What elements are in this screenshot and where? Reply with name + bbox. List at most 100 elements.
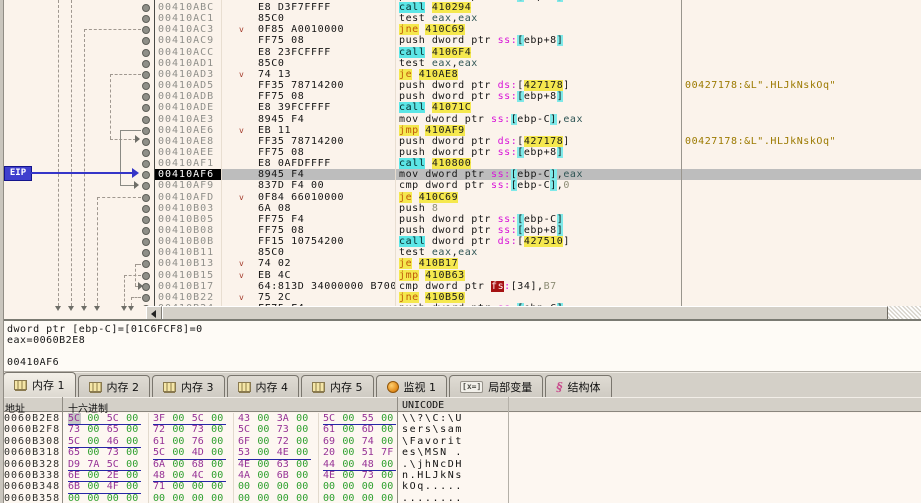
hex-byte[interactable]: 00 — [342, 470, 355, 481]
hex-byte[interactable]: 00 — [257, 436, 270, 447]
hex-byte[interactable]: 00 — [342, 424, 355, 435]
hex-byte[interactable]: 00 — [342, 436, 355, 447]
disasm-row[interactable]: 00410B2275 2Cvjne 410B50 — [0, 292, 921, 303]
tab-内存 3[interactable]: 内存 3 — [152, 375, 225, 397]
hex-byte[interactable]: 00 — [126, 424, 139, 435]
hex-byte[interactable]: 00 — [172, 436, 185, 447]
hex-byte[interactable]: 00 — [296, 470, 309, 481]
hex-byte[interactable]: 00 — [87, 436, 100, 447]
disasm-row[interactable]: 00410AD374 13vje 410AE8 — [0, 69, 921, 80]
disasm-row[interactable]: 00410AF9837D F4 00cmp dword ptr ss:[ebp-… — [0, 180, 921, 191]
hex-byte[interactable]: 5C — [107, 459, 120, 470]
hex-byte[interactable]: 00 — [381, 493, 394, 503]
scrollbar-thumb[interactable] — [162, 306, 888, 320]
hex-byte[interactable]: 5C — [192, 413, 205, 424]
hex-byte[interactable]: 00 — [211, 436, 224, 447]
hex-byte[interactable]: 65 — [68, 447, 81, 458]
hex-byte[interactable]: 00 — [172, 413, 185, 424]
hex-byte[interactable]: 73 — [277, 424, 290, 435]
hex-byte[interactable]: 00 — [211, 459, 224, 470]
breakpoint-dot[interactable] — [142, 127, 150, 135]
disasm-row[interactable]: 00410B08FF75 08push dword ptr ss:[ebp+8] — [0, 225, 921, 236]
disasm-row[interactable]: 00410B0BFF15 10754200call dword ptr ds:[… — [0, 236, 921, 247]
hex-byte[interactable]: 00 — [87, 447, 100, 458]
dump-row[interactable]: 0060B2E85C005C003F005C0043003A005C005500… — [0, 413, 921, 424]
hex-byte[interactable]: 00 — [323, 481, 336, 492]
hex-byte[interactable]: 00 — [172, 424, 185, 435]
breakpoint-dot[interactable] — [142, 205, 150, 213]
hex-byte[interactable]: 00 — [296, 459, 309, 470]
hex-byte[interactable]: 00 — [68, 493, 81, 503]
hex-byte[interactable]: 4A — [238, 470, 251, 481]
tab-内存 2[interactable]: 内存 2 — [78, 375, 151, 397]
hex-byte[interactable]: 5C — [153, 447, 166, 458]
hex-byte[interactable]: 00 — [257, 470, 270, 481]
tab-内存 5[interactable]: 内存 5 — [301, 375, 374, 397]
hex-byte[interactable]: 4F — [107, 481, 120, 492]
hex-byte[interactable]: 00 — [126, 481, 139, 492]
breakpoint-dot[interactable] — [142, 104, 150, 112]
hex-byte[interactable]: 00 — [362, 493, 375, 503]
hex-byte[interactable]: 00 — [257, 447, 270, 458]
hex-byte[interactable]: 00 — [381, 424, 394, 435]
tab-内存 4[interactable]: 内存 4 — [227, 375, 300, 397]
disasm-row[interactable]: 00410B1185C0test eax,eax — [0, 247, 921, 258]
dump-row[interactable]: 0060B35800000000000000000000000000000000… — [0, 493, 921, 503]
hex-byte[interactable]: 00 — [126, 436, 139, 447]
hex-byte[interactable]: 73 — [362, 470, 375, 481]
breakpoint-dot[interactable] — [142, 272, 150, 280]
hex-byte[interactable]: 72 — [153, 424, 166, 435]
disasm-row[interactable]: 00410B15EB 4Cvjmp 410B63 — [0, 270, 921, 281]
hex-byte[interactable]: 2E — [107, 470, 120, 481]
hex-byte[interactable]: 00 — [257, 481, 270, 492]
hex-byte[interactable]: 00 — [211, 413, 224, 424]
dump-row[interactable]: 0060B3386E002E0048004C004A006B004E007300… — [0, 470, 921, 481]
hex-byte[interactable]: 00 — [238, 481, 251, 492]
hex-byte[interactable]: 00 — [172, 459, 185, 470]
hex-byte[interactable]: 00 — [172, 493, 185, 503]
breakpoint-dot[interactable] — [142, 26, 150, 34]
dump-row[interactable]: 0060B318650073005C004D0053004E002000517F… — [0, 447, 921, 458]
breakpoint-dot[interactable] — [142, 249, 150, 257]
hex-byte[interactable]: 7A — [87, 459, 100, 470]
hex-byte[interactable]: 00 — [381, 413, 394, 424]
hex-byte[interactable]: 6F — [238, 436, 251, 447]
disasm-row[interactable]: 00410ADEE8 39FCFFFFcall 41071C — [0, 102, 921, 113]
hex-byte[interactable]: 00 — [342, 493, 355, 503]
hex-byte[interactable]: 00 — [211, 424, 224, 435]
breakpoint-dot[interactable] — [142, 182, 150, 190]
hex-byte[interactable]: 43 — [238, 413, 251, 424]
hex-byte[interactable]: 00 — [172, 470, 185, 481]
scroll-left-button[interactable] — [146, 306, 162, 320]
dump-row[interactable]: 0060B3486B004F00710000000000000000000000… — [0, 481, 921, 492]
breakpoint-dot[interactable] — [142, 116, 150, 124]
hex-byte[interactable]: 00 — [277, 481, 290, 492]
breakpoint-dot[interactable] — [142, 138, 150, 146]
hex-byte[interactable]: 00 — [381, 436, 394, 447]
hex-byte[interactable]: 00 — [192, 493, 205, 503]
disasm-row[interactable]: 00410AE38945 F4mov dword ptr ss:[ebp-C],… — [0, 114, 921, 125]
tab-结构体[interactable]: 结构体 — [545, 375, 611, 397]
hex-byte[interactable]: 00 — [87, 481, 100, 492]
hex-byte[interactable]: 74 — [362, 436, 375, 447]
disasm-row[interactable]: 00410AFD0F84 66010000vje 410C69 — [0, 192, 921, 203]
breakpoint-dot[interactable] — [142, 283, 150, 291]
breakpoint-dot[interactable] — [142, 194, 150, 202]
hex-byte[interactable]: 4D — [192, 447, 205, 458]
hex-byte[interactable]: 51 — [362, 447, 375, 458]
hex-byte[interactable]: 00 — [257, 459, 270, 470]
hex-byte[interactable]: 3A — [277, 413, 290, 424]
hex-byte[interactable]: 4C — [192, 470, 205, 481]
hex-byte[interactable]: 00 — [172, 481, 185, 492]
hex-byte[interactable]: 48 — [362, 459, 375, 470]
breakpoint-dot[interactable] — [142, 82, 150, 90]
hex-byte[interactable]: 00 — [296, 413, 309, 424]
hex-byte[interactable]: 44 — [323, 459, 336, 470]
disasm-row[interactable]: 00410AC185C0test eax,eax — [0, 13, 921, 24]
disasm-row[interactable]: 00410AE6EB 11vjmp 410AF9 — [0, 125, 921, 136]
dump-row[interactable]: 0060B3085C004600610076006F00720069007400… — [0, 436, 921, 447]
breakpoint-dot[interactable] — [142, 15, 150, 23]
disasm-row[interactable]: 00410AC30F85 A0010000vjne 410C69 — [0, 24, 921, 35]
hex-byte[interactable]: 73 — [107, 447, 120, 458]
disasm-row[interactable]: 00410AEEFF75 08push dword ptr ss:[ebp+8] — [0, 147, 921, 158]
